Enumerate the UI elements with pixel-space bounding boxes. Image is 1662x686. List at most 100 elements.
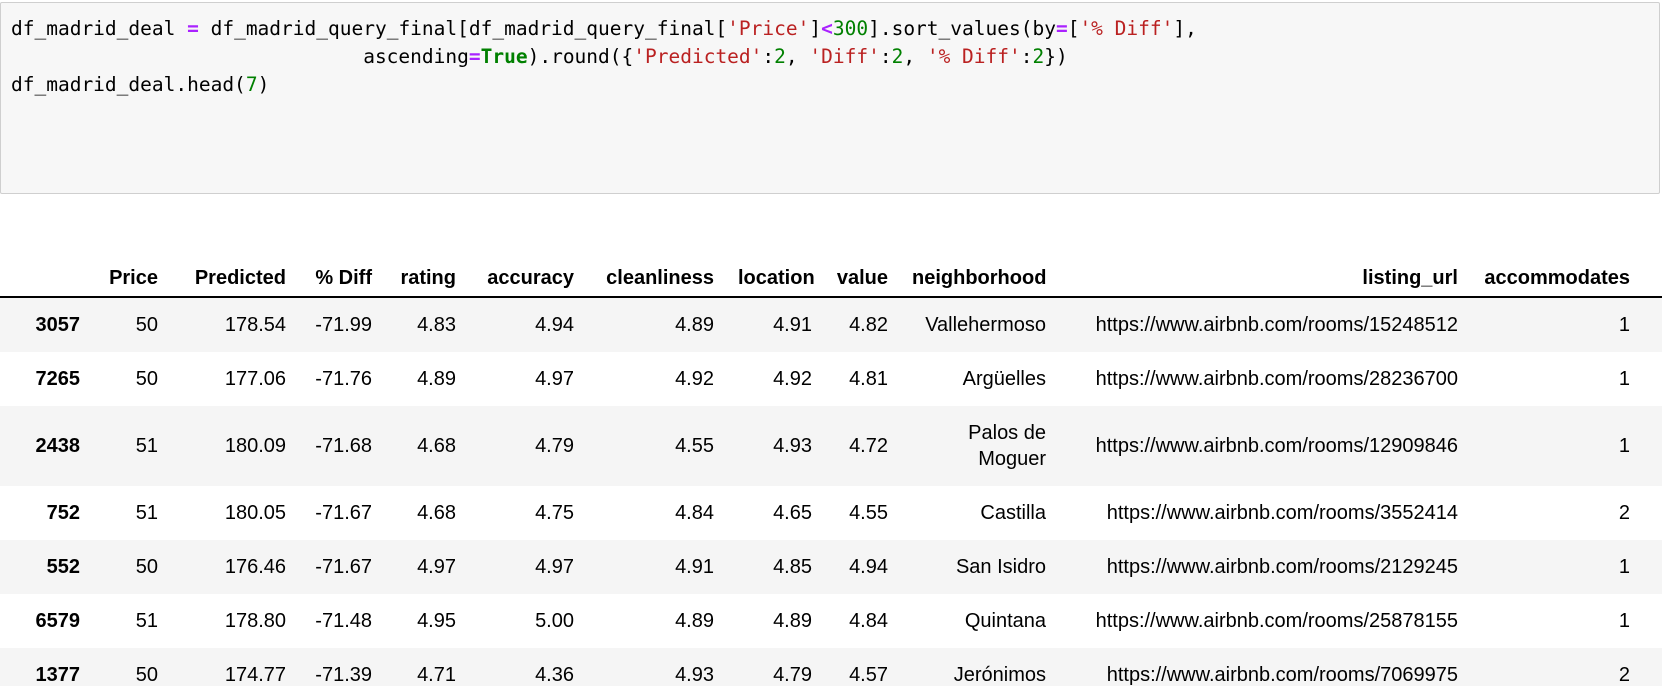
- cell-truncated: [1642, 540, 1662, 594]
- cell-listing-url: https://www.airbnb.com/rooms/15248512: [1095, 314, 1458, 336]
- column-header-rating: rating: [400, 267, 456, 289]
- cell-price: 51: [135, 435, 158, 457]
- cell-truncated: [1642, 486, 1662, 540]
- code-token: 7: [245, 73, 258, 96]
- code-token: ],: [1173, 17, 1197, 40]
- cell-accuracy: 5.00: [535, 610, 574, 632]
- code-token: }): [1044, 45, 1068, 68]
- code-token: <: [821, 17, 833, 40]
- code-token: 2: [891, 45, 904, 68]
- header-row: Price Predicted % Diff rating accuracy cleanl…: [0, 228, 1662, 297]
- cell-location: 4.79: [773, 664, 812, 686]
- cell-predicted: 180.09: [224, 435, 286, 457]
- column-header-location: location: [738, 267, 815, 289]
- column-header-accuracy: accuracy: [487, 267, 574, 289]
- code-token: :: [762, 45, 775, 68]
- cell-value: 4.82: [849, 314, 888, 336]
- code-token: 'Predicted': [633, 45, 763, 68]
- cell-diff: -71.67: [315, 556, 372, 578]
- cell-listing-url: https://www.airbnb.com/rooms/2129245: [1106, 556, 1458, 578]
- code-line-2: ascending=True).round({'Predicted':2, 'D…: [11, 43, 1649, 71]
- cell-location: 4.85: [773, 556, 812, 578]
- cell-rating: 4.68: [417, 502, 456, 524]
- cell-price: 50: [135, 368, 158, 390]
- row-index: 752: [46, 501, 80, 524]
- cell-price: 50: [135, 664, 158, 686]
- cell-cleanliness: 4.93: [675, 664, 714, 686]
- row-index: 552: [46, 555, 80, 578]
- code-token: 'Price': [727, 17, 810, 40]
- cell-diff: -71.48: [315, 610, 372, 632]
- cell-cleanliness: 4.55: [675, 435, 714, 457]
- code-token: ]: [809, 17, 822, 40]
- code-token: ascending: [11, 45, 469, 68]
- cell-accuracy: 4.36: [535, 664, 574, 686]
- cell-cleanliness: 4.89: [675, 610, 714, 632]
- code-token: :: [879, 45, 892, 68]
- cell-listing-url: https://www.airbnb.com/rooms/25878155: [1095, 610, 1458, 632]
- code-token: ,: [785, 45, 810, 68]
- cell-location: 4.65: [773, 502, 812, 524]
- cell-cleanliness: 4.92: [675, 368, 714, 390]
- table-row: 552 50 176.46 -71.67 4.97 4.97 4.91 4.85 4.94 San…: [0, 540, 1662, 594]
- code-token: 2: [774, 45, 786, 68]
- cell-predicted: 177.06: [224, 368, 286, 390]
- code-cell[interactable]: df_madrid_deal = df_madrid_query_final[d…: [0, 2, 1660, 194]
- column-header-listing-url: listing_url: [1362, 267, 1458, 289]
- code-token: '% Diff': [1079, 17, 1174, 40]
- cell-accuracy: 4.75: [535, 502, 574, 524]
- cell-accommodates: 1: [1618, 556, 1630, 578]
- row-index: 3057: [35, 313, 81, 336]
- cell-neighborhood: Jerónimos: [953, 664, 1046, 686]
- table-row: 752 51 180.05 -71.67 4.68 4.75 4.84 4.65 4.55 Cas…: [0, 486, 1662, 540]
- table-row: 1377 50 174.77 -71.39 4.71 4.36 4.93 4.79 4.57 Je…: [0, 648, 1662, 686]
- code-token: 2: [1032, 45, 1045, 68]
- table-row: 2438 51 180.09 -71.68 4.68 4.79 4.55 4.93 4.72 Pa…: [0, 406, 1662, 486]
- cell-diff: -71.39: [315, 664, 372, 686]
- cell-location: 4.89: [773, 610, 812, 632]
- code-token: =: [1055, 17, 1068, 40]
- code-token: 300: [832, 17, 869, 40]
- cell-neighborhood: Palos de Moguer: [968, 422, 1046, 470]
- cell-accommodates: 1: [1618, 368, 1630, 390]
- cell-accommodates: 1: [1618, 610, 1630, 632]
- cell-cleanliness: 4.91: [675, 556, 714, 578]
- cell-accommodates: 1: [1618, 314, 1630, 336]
- cell-listing-url: https://www.airbnb.com/rooms/3552414: [1106, 502, 1458, 524]
- cell-truncated: [1642, 297, 1662, 352]
- cell-value: 4.84: [849, 610, 888, 632]
- dataframe-table: Price Predicted % Diff rating accuracy cleanl…: [0, 228, 1662, 686]
- cell-rating: 4.95: [417, 610, 456, 632]
- cell-diff: -71.68: [315, 435, 372, 457]
- dataframe-output: Price Predicted % Diff rating accuracy cleanl…: [0, 228, 1662, 686]
- cell-price: 50: [135, 556, 158, 578]
- cell-rating: 4.97: [417, 556, 456, 578]
- cell-neighborhood: Castilla: [980, 502, 1046, 524]
- cell-price: 51: [135, 502, 158, 524]
- code-line-3: df_madrid_deal.head(7): [11, 71, 1649, 99]
- code-token: ,: [903, 45, 927, 68]
- cell-diff: -71.76: [315, 368, 372, 390]
- code-token: ].sort_values(by: [868, 17, 1056, 40]
- code-token: =: [187, 17, 199, 40]
- row-index: 6579: [35, 609, 81, 632]
- cell-predicted: 180.05: [224, 502, 286, 524]
- table-header: Price Predicted % Diff rating accuracy cleanl…: [0, 228, 1662, 297]
- cell-price: 50: [135, 314, 158, 336]
- table-row: 7265 50 177.06 -71.76 4.89 4.97 4.92 4.92 4.81 Ar…: [0, 352, 1662, 406]
- code-editor-body[interactable]: df_madrid_deal = df_madrid_query_final[d…: [11, 15, 1649, 99]
- table-row: 3057 50 178.54 -71.99 4.83 4.94 4.89 4.91 4.82 Va…: [0, 297, 1662, 352]
- cell-listing-url: https://www.airbnb.com/rooms/28236700: [1095, 368, 1458, 390]
- cell-accuracy: 4.94: [535, 314, 574, 336]
- code-token: df_madrid_deal: [11, 17, 188, 40]
- cell-accommodates: 1: [1618, 435, 1630, 457]
- code-token: [: [1067, 17, 1080, 40]
- cell-neighborhood: San Isidro: [955, 556, 1046, 578]
- code-token: True: [480, 45, 528, 68]
- cell-neighborhood: Vallehermoso: [925, 314, 1046, 336]
- column-header-cleanliness: cleanliness: [606, 267, 714, 289]
- column-header-truncated: [1642, 228, 1662, 297]
- column-header-price: Price: [109, 267, 158, 289]
- cell-accommodates: 2: [1618, 502, 1630, 524]
- code-token: :: [1020, 45, 1033, 68]
